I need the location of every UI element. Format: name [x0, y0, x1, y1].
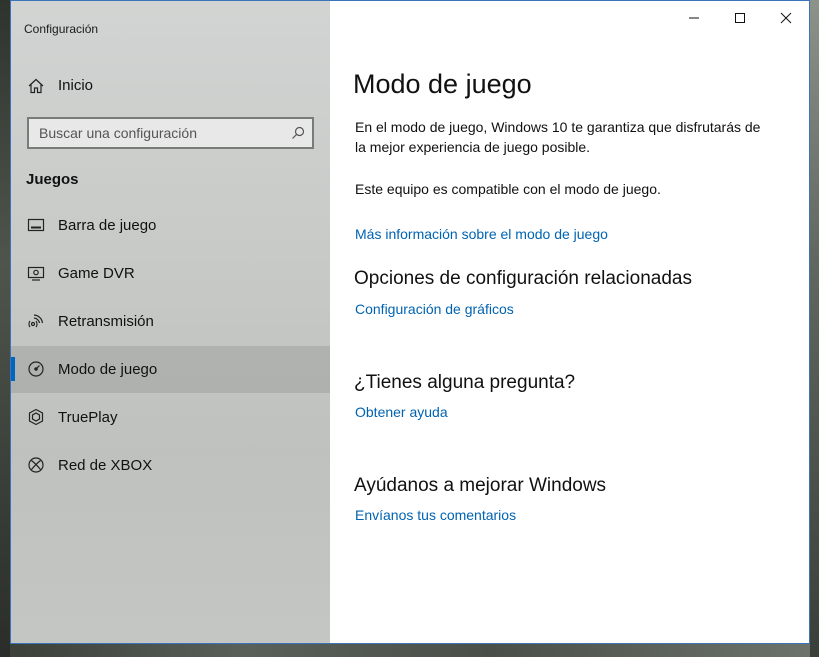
section-header-games: Juegos	[26, 171, 79, 188]
send-feedback-link[interactable]: Envíanos tus comentarios	[355, 507, 516, 523]
sidebar-item-game-dvr[interactable]: Game DVR	[11, 250, 330, 297]
sidebar-item-label: Game DVR	[58, 265, 135, 282]
sidebar-item-label: Retransmisión	[58, 313, 154, 330]
sidebar-item-game-mode[interactable]: Modo de juego	[11, 346, 330, 393]
settings-window: Configuración Inicio Juegos	[10, 0, 810, 644]
related-settings-header: Opciones de configuración relacionadas	[354, 268, 692, 289]
game-dvr-icon	[27, 264, 45, 282]
game-bar-icon	[27, 216, 45, 234]
question-header: ¿Tienes alguna pregunta?	[354, 372, 576, 393]
sidebar-item-label: Red de XBOX	[58, 457, 153, 474]
improve-windows-header: Ayúdanos a mejorar Windows	[354, 475, 607, 496]
sidebar-item-game-bar[interactable]: Barra de juego	[11, 202, 330, 249]
sidebar-item-label: Modo de juego	[58, 361, 158, 378]
selection-indicator	[11, 357, 15, 381]
app-title: Configuración	[24, 22, 99, 36]
minimize-icon	[689, 17, 699, 19]
desktop-background-right	[810, 0, 819, 657]
close-button[interactable]	[763, 1, 809, 35]
desktop-background-left	[0, 0, 10, 657]
game-mode-icon	[27, 360, 45, 378]
close-icon	[780, 12, 792, 24]
search-box[interactable]	[27, 117, 314, 149]
sidebar-item-xbox-network[interactable]: Red de XBOX	[11, 442, 330, 489]
home-icon	[27, 77, 45, 95]
xbox-icon	[27, 456, 45, 474]
more-info-link[interactable]: Más información sobre el modo de juego	[355, 226, 608, 242]
search-icon[interactable]	[291, 126, 305, 140]
description-text: En el modo de juego, Windows 10 te garan…	[355, 119, 761, 155]
sidebar-item-trueplay[interactable]: TruePlay	[11, 394, 330, 441]
main-content: Modo de juego En el modo de juego, Windo…	[330, 1, 809, 643]
page-title: Modo de juego	[353, 69, 532, 99]
maximize-icon	[735, 13, 745, 23]
get-help-link[interactable]: Obtener ayuda	[355, 404, 448, 420]
trueplay-icon	[27, 408, 45, 426]
sidebar-item-home[interactable]: Inicio	[11, 69, 330, 103]
minimize-button[interactable]	[671, 1, 717, 35]
broadcasting-icon	[27, 312, 45, 330]
sidebar-item-label: Inicio	[58, 77, 94, 94]
graphics-settings-link[interactable]: Configuración de gráficos	[355, 301, 514, 317]
sidebar-item-label: TruePlay	[58, 409, 118, 426]
sidebar: Configuración Inicio Juegos	[11, 1, 330, 643]
compatibility-text: Este equipo es compatible con el modo de…	[355, 181, 661, 197]
sidebar-item-broadcasting[interactable]: Retransmisión	[11, 298, 330, 345]
sidebar-item-label: Barra de juego	[58, 217, 157, 234]
search-input[interactable]	[39, 125, 279, 141]
window-controls	[671, 1, 809, 35]
maximize-button[interactable]	[717, 1, 763, 35]
